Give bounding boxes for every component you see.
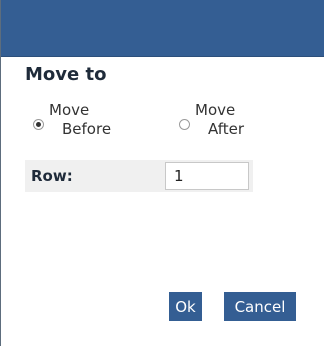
- move-before-label[interactable]: Move Before: [49, 101, 111, 139]
- move-after-option[interactable]: Move After: [179, 101, 244, 139]
- dialog-heading: Move to: [25, 64, 107, 85]
- row-label: Row:: [31, 167, 73, 185]
- move-after-label[interactable]: Move After: [195, 101, 244, 139]
- move-after-radio[interactable]: [179, 119, 190, 130]
- move-before-radio[interactable]: [33, 119, 44, 130]
- move-to-dialog: Move to Move Before Move After Row: Ok C…: [0, 0, 324, 346]
- row-field: Row:: [25, 160, 253, 192]
- cancel-button[interactable]: Cancel: [224, 292, 296, 321]
- position-radio-group: Move Before Move After: [25, 101, 305, 151]
- ok-button[interactable]: Ok: [169, 292, 202, 321]
- dialog-titlebar[interactable]: [1, 0, 324, 57]
- move-before-option[interactable]: Move Before: [33, 101, 111, 139]
- row-input[interactable]: [165, 162, 249, 190]
